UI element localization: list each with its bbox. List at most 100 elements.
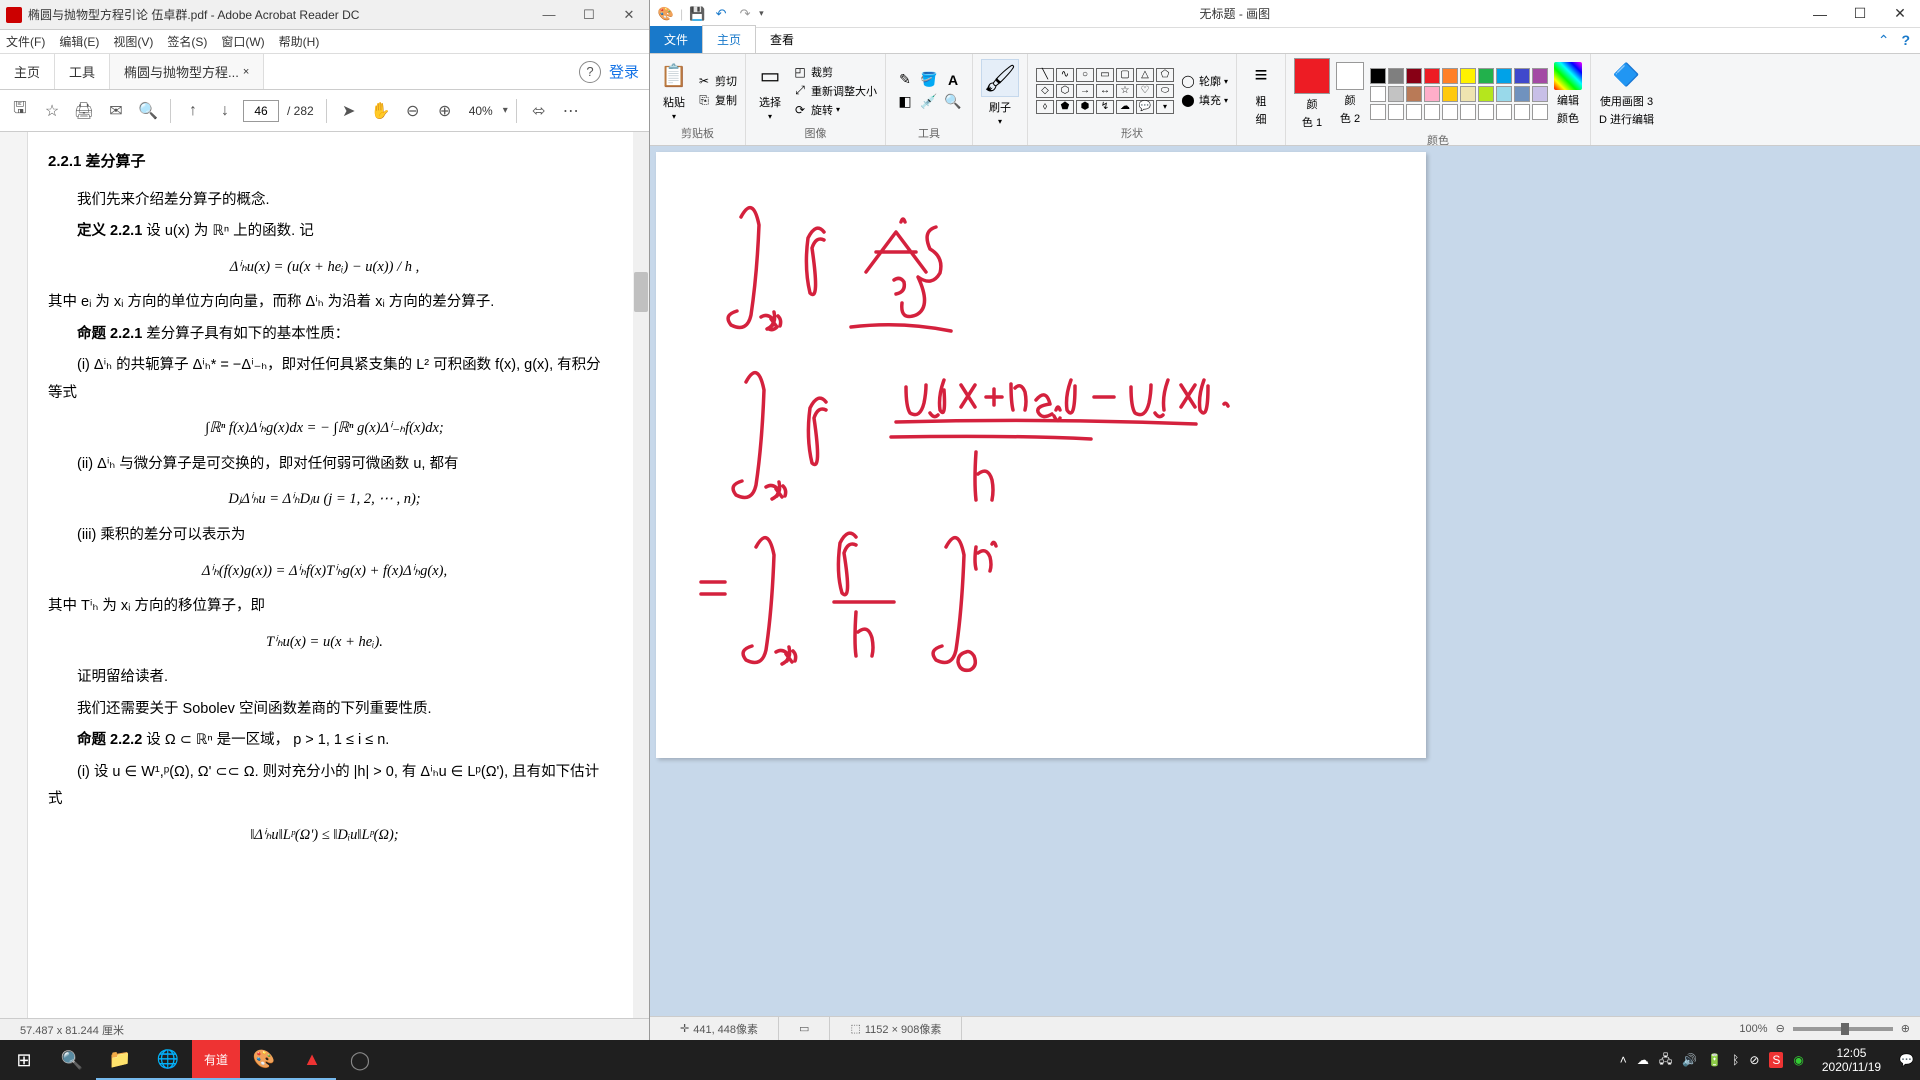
zoom-out-button[interactable]: ⊖ [1776, 1022, 1785, 1035]
menu-help[interactable]: 帮助(H) [279, 33, 320, 50]
fit-width-icon[interactable]: ⬄ [525, 97, 553, 125]
cut-button[interactable]: ✂剪切 [696, 73, 737, 89]
tray-bluetooth-icon[interactable]: ᛒ [1732, 1053, 1739, 1067]
close-button[interactable]: ✕ [1880, 1, 1920, 27]
start-button[interactable]: ⊞ [0, 1040, 48, 1080]
paint3d-button[interactable]: 🔷使用画图 3D 进行编辑 [1599, 59, 1654, 127]
paint-app-icon[interactable]: 🎨 [656, 4, 676, 24]
menu-sign[interactable]: 签名(S) [167, 33, 207, 50]
color-swatch[interactable] [1424, 104, 1440, 120]
color-swatch[interactable] [1460, 86, 1476, 102]
color-swatch[interactable] [1370, 86, 1386, 102]
menu-window[interactable]: 窗口(W) [221, 33, 264, 50]
tray-ime-icon[interactable]: S [1769, 1052, 1783, 1068]
magnifier-tool[interactable]: 🔍 [942, 92, 964, 112]
shape-outline-button[interactable]: ◯轮廓▾ [1180, 73, 1228, 89]
maximize-button[interactable]: ☐ [1840, 1, 1880, 27]
tab-home[interactable]: 主页 [0, 54, 55, 89]
zoom-in-icon[interactable]: ⊕ [431, 97, 459, 125]
color-swatch[interactable] [1532, 104, 1548, 120]
minimize-button[interactable]: — [1800, 1, 1840, 27]
help-icon[interactable]: ? [579, 61, 601, 83]
undo-icon[interactable]: ↶ [711, 4, 731, 24]
tab-view[interactable]: 查看 [756, 26, 808, 53]
hand-icon[interactable]: ✋ [367, 97, 395, 125]
taskbar-acrobat[interactable]: ▲ [288, 1040, 336, 1080]
maximize-button[interactable]: ☐ [569, 1, 609, 29]
color-swatch[interactable] [1496, 104, 1512, 120]
color-swatch[interactable] [1460, 68, 1476, 84]
color-swatch[interactable] [1370, 104, 1386, 120]
color-swatch[interactable] [1532, 68, 1548, 84]
color-swatch[interactable] [1478, 68, 1494, 84]
edit-colors-button[interactable]: 编辑颜色 [1554, 62, 1582, 126]
color-swatch[interactable] [1424, 86, 1440, 102]
color-swatch[interactable] [1496, 86, 1512, 102]
color-palette[interactable] [1370, 68, 1548, 120]
tray-security-icon[interactable]: ⊘ [1749, 1053, 1759, 1067]
paint-canvas[interactable] [656, 152, 1426, 758]
color-swatch[interactable] [1388, 86, 1404, 102]
notifications-icon[interactable]: 💬 [1899, 1053, 1914, 1067]
color-swatch[interactable] [1388, 68, 1404, 84]
menu-view[interactable]: 视图(V) [113, 33, 153, 50]
search-icon[interactable]: 🔍 [134, 97, 162, 125]
resize-button[interactable]: ⤢重新调整大小 [792, 83, 877, 99]
color-swatch[interactable] [1406, 68, 1422, 84]
tray-volume-icon[interactable]: 🔊 [1682, 1053, 1697, 1067]
color2-button[interactable]: 颜色 2 [1336, 62, 1364, 126]
color-swatch[interactable] [1514, 104, 1530, 120]
color-swatch[interactable] [1442, 104, 1458, 120]
color-swatch[interactable] [1370, 68, 1386, 84]
star-icon[interactable]: ☆ [38, 97, 66, 125]
taskbar-youdao[interactable]: 有道 [192, 1040, 240, 1080]
save-icon[interactable]: 🖫 [6, 97, 34, 125]
color-swatch[interactable] [1514, 86, 1530, 102]
tray-network-icon[interactable]: 🖧 [1659, 1050, 1672, 1071]
save-icon[interactable]: 💾 [687, 4, 707, 24]
pointer-icon[interactable]: ➤ [335, 97, 363, 125]
paste-button[interactable]: 📋粘贴▾ [658, 60, 690, 121]
menu-edit[interactable]: 编辑(E) [59, 33, 99, 50]
redo-icon[interactable]: ↷ [735, 4, 755, 24]
pencil-tool[interactable]: ✎ [894, 70, 916, 90]
login-link[interactable]: 登录 [609, 61, 639, 82]
picker-tool[interactable]: 💉 [918, 92, 940, 112]
color-swatch[interactable] [1514, 68, 1530, 84]
copy-button[interactable]: ⎘复制 [696, 92, 737, 108]
ribbon-help-icon[interactable]: ? [1901, 32, 1910, 49]
taskbar-clock[interactable]: 12:052020/11/19 [1814, 1046, 1889, 1075]
tray-chevron-icon[interactable]: ˄ [1620, 1053, 1627, 1067]
more-icon[interactable]: ⋯ [557, 97, 585, 125]
color-swatch[interactable] [1442, 86, 1458, 102]
tab-home[interactable]: 主页 [702, 25, 756, 53]
color-swatch[interactable] [1442, 68, 1458, 84]
color-swatch[interactable] [1532, 86, 1548, 102]
menu-file[interactable]: 文件(F) [6, 33, 45, 50]
eraser-tool[interactable]: ◧ [894, 92, 916, 112]
color-swatch[interactable] [1406, 104, 1422, 120]
tray-app-icon[interactable]: ◉ [1793, 1053, 1803, 1067]
color-swatch[interactable] [1460, 104, 1476, 120]
acrobat-scrollbar[interactable] [633, 132, 649, 1018]
taskbar-explorer[interactable]: 📁 [96, 1040, 144, 1080]
acrobat-sidebar[interactable] [0, 132, 28, 1018]
minimize-button[interactable]: — [529, 1, 569, 29]
zoom-slider[interactable] [1793, 1027, 1893, 1031]
rotate-button[interactable]: ⟳旋转▾ [792, 102, 877, 118]
text-tool[interactable]: A [942, 70, 964, 90]
zoom-out-icon[interactable]: ⊖ [399, 97, 427, 125]
select-button[interactable]: ▭选择▾ [754, 60, 786, 121]
print-icon[interactable]: 🖨 [70, 97, 98, 125]
stroke-width-button[interactable]: ≡粗细 [1245, 59, 1277, 127]
taskbar-paint[interactable]: 🎨 [240, 1040, 288, 1080]
tab-document[interactable]: 椭圆与抛物型方程...× [110, 54, 264, 89]
page-number-input[interactable] [243, 100, 279, 122]
page-up-icon[interactable]: ↑ [179, 97, 207, 125]
color-swatch[interactable] [1478, 86, 1494, 102]
color-swatch[interactable] [1406, 86, 1422, 102]
taskbar-app[interactable]: ◯ [336, 1040, 384, 1080]
close-button[interactable]: ✕ [609, 1, 649, 29]
crop-button[interactable]: ◰裁剪 [792, 64, 877, 80]
tab-file[interactable]: 文件 [650, 26, 702, 53]
